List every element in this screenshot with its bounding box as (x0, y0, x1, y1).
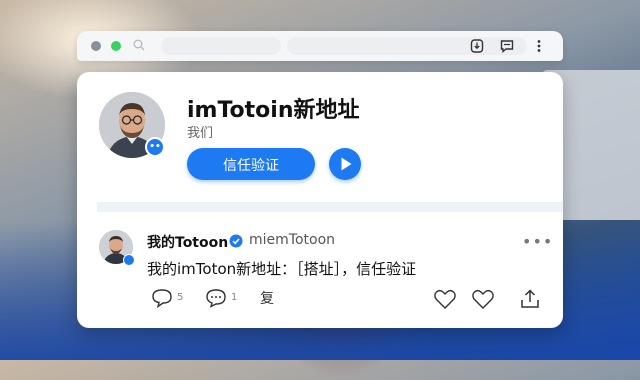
more-vertical-icon[interactable] (531, 38, 547, 54)
verified-badge-icon: •• (145, 137, 165, 157)
reply-count: 5 (177, 292, 184, 303)
window-dot-green[interactable] (111, 41, 121, 51)
profile-card: •• imTotoin新地址 我们 信任验证 我的Totoon miemToto… (77, 72, 563, 328)
window-dot-gray[interactable] (91, 41, 101, 51)
play-button[interactable] (329, 148, 361, 180)
reply-action[interactable]: 5 (151, 288, 191, 308)
more-horizontal-icon[interactable]: ••• (522, 232, 553, 251)
post-text: 我的imToton新地址：［搭址］，信任验证 (147, 260, 417, 278)
comment-action[interactable]: 1 (205, 288, 245, 308)
repost-action[interactable]: 复 (260, 288, 274, 308)
comment-count: 1 (231, 292, 238, 303)
post-handle[interactable]: miemTotoon (249, 232, 335, 248)
download-icon[interactable] (469, 38, 485, 54)
play-icon (341, 157, 352, 171)
heart-icon (472, 289, 494, 309)
address-bar-segment[interactable] (161, 37, 281, 55)
section-divider (97, 202, 563, 212)
reply-icon (152, 289, 172, 308)
chat-icon[interactable] (499, 38, 515, 54)
heart-icon (434, 289, 456, 309)
profile-subtitle: 我们 (187, 126, 214, 141)
favorite-action[interactable] (471, 288, 495, 309)
verified-check-icon (229, 234, 243, 248)
comment-icon (206, 289, 226, 308)
share-icon (521, 289, 539, 308)
search-icon[interactable] (133, 39, 145, 51)
address-bar[interactable] (287, 37, 527, 55)
like-action[interactable] (433, 288, 457, 309)
browser-toolbar (77, 31, 563, 61)
trust-verify-button[interactable]: 信任验证 (187, 148, 315, 180)
profile-name: imTotoin新地址 (187, 98, 360, 123)
verified-badge-icon (123, 254, 135, 266)
share-action[interactable] (519, 288, 541, 308)
post-author-name[interactable]: 我的Totoon (147, 232, 228, 252)
